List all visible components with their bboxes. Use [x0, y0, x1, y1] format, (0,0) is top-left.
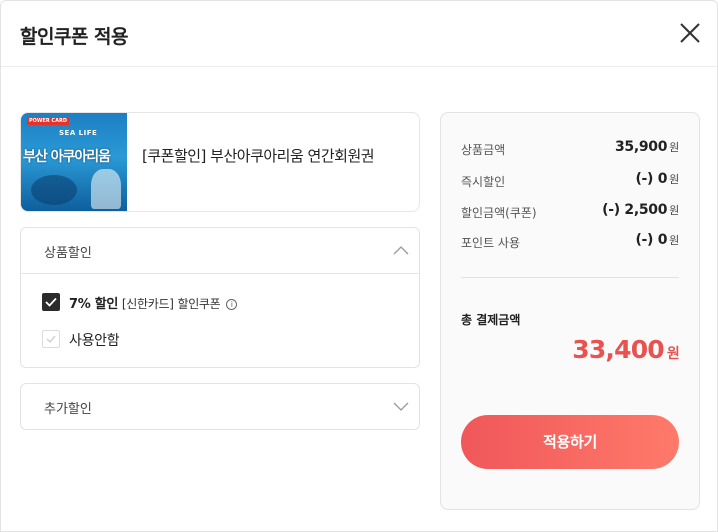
summary-row-instant-discount: 즉시할인 (-) 0원	[461, 171, 679, 193]
currency-unit: 원	[669, 234, 679, 247]
product-card: POWER CARD SEA LIFE 부산 아쿠아리움 [쿠폰할인] 부산아쿠…	[20, 112, 420, 212]
summary-label: 포인트 사용	[461, 236, 521, 250]
summary-label: 즉시할인	[461, 175, 506, 189]
coupon-modal: 할인쿠폰 적용 POWER CARD SEA LIFE 부산 아쿠아리움 [쿠폰…	[0, 0, 718, 532]
product-thumbnail: POWER CARD SEA LIFE 부산 아쿠아리움	[21, 113, 127, 211]
product-discount-title: 상품할인	[44, 246, 92, 261]
summary-divider	[461, 277, 679, 278]
summary-row-points: 포인트 사용 (-) 0원	[461, 232, 679, 254]
check-icon	[46, 335, 56, 344]
thumbnail-text: 부산 아쿠아리움	[23, 149, 111, 165]
summary-label: 할인금액(쿠폰)	[461, 206, 537, 220]
close-button[interactable]	[677, 20, 703, 46]
thumbnail-logo: SEA LIFE	[59, 129, 98, 137]
currency-unit: 원	[669, 204, 679, 217]
extra-discount-section: 추가할인	[20, 383, 420, 430]
summary-amount: (-) 2,500	[602, 202, 668, 218]
coupon-percent: 7% 할인	[69, 297, 119, 312]
currency-unit: 원	[669, 141, 679, 154]
summary-label: 상품금액	[461, 143, 506, 157]
summary-value: (-) 0원	[635, 171, 679, 187]
extra-discount-header[interactable]: 추가할인	[21, 384, 419, 429]
summary-value: (-) 0원	[635, 232, 679, 248]
total-amount-value: 33,400	[572, 335, 664, 364]
summary-amount: (-) 0	[635, 171, 668, 187]
check-icon	[45, 297, 57, 307]
modal-title: 할인쿠폰 적용	[20, 26, 129, 48]
product-discount-header[interactable]: 상품할인	[21, 228, 419, 273]
product-name: [쿠폰할인] 부산아쿠아리움 연간회원권	[142, 147, 375, 165]
no-coupon-label: 사용안함	[69, 333, 120, 349]
chevron-down-icon	[393, 402, 409, 411]
total-amount: 33,400 원	[572, 335, 680, 364]
summary-amount: 35,900	[614, 139, 668, 155]
currency-unit: 원	[669, 173, 679, 186]
chevron-up-icon	[393, 246, 409, 255]
thumbnail-badge: POWER CARD	[27, 118, 69, 125]
coupon-card-name: [신한카드]	[121, 297, 174, 311]
product-discount-section: 상품할인 7% 할인 [신한카드] 할인쿠폰 i 사용안함	[20, 227, 420, 368]
coupon-checkbox-unchecked[interactable]	[42, 330, 60, 348]
coupon-suffix: 할인쿠폰	[177, 297, 221, 311]
summary-row-product-price: 상품금액 35,900 원	[461, 139, 679, 161]
summary-value: 35,900 원	[615, 139, 679, 155]
modal-header: 할인쿠폰 적용	[1, 1, 717, 67]
coupon-checkbox-checked[interactable]	[42, 293, 60, 311]
summary-row-coupon-discount: 할인금액(쿠폰) (-) 2,500 원	[461, 202, 679, 224]
summary-amount: (-) 0	[635, 232, 668, 248]
close-icon	[680, 23, 700, 43]
thumbnail-decoration	[91, 169, 121, 209]
currency-unit: 원	[666, 346, 680, 362]
coupon-option-label: 7% 할인 [신한카드] 할인쿠폰 i	[69, 293, 238, 312]
info-icon[interactable]: i	[226, 299, 238, 310]
extra-discount-title: 추가할인	[44, 402, 92, 417]
summary-value: (-) 2,500 원	[602, 202, 679, 218]
payment-summary: 상품금액 35,900 원 즉시할인 (-) 0원 할인금액(쿠폰) (-) 2,…	[440, 112, 700, 510]
apply-button[interactable]: 적용하기	[461, 415, 679, 469]
total-label: 총 결제금액	[461, 313, 521, 327]
section-divider	[21, 273, 419, 274]
thumbnail-decoration	[31, 175, 77, 205]
